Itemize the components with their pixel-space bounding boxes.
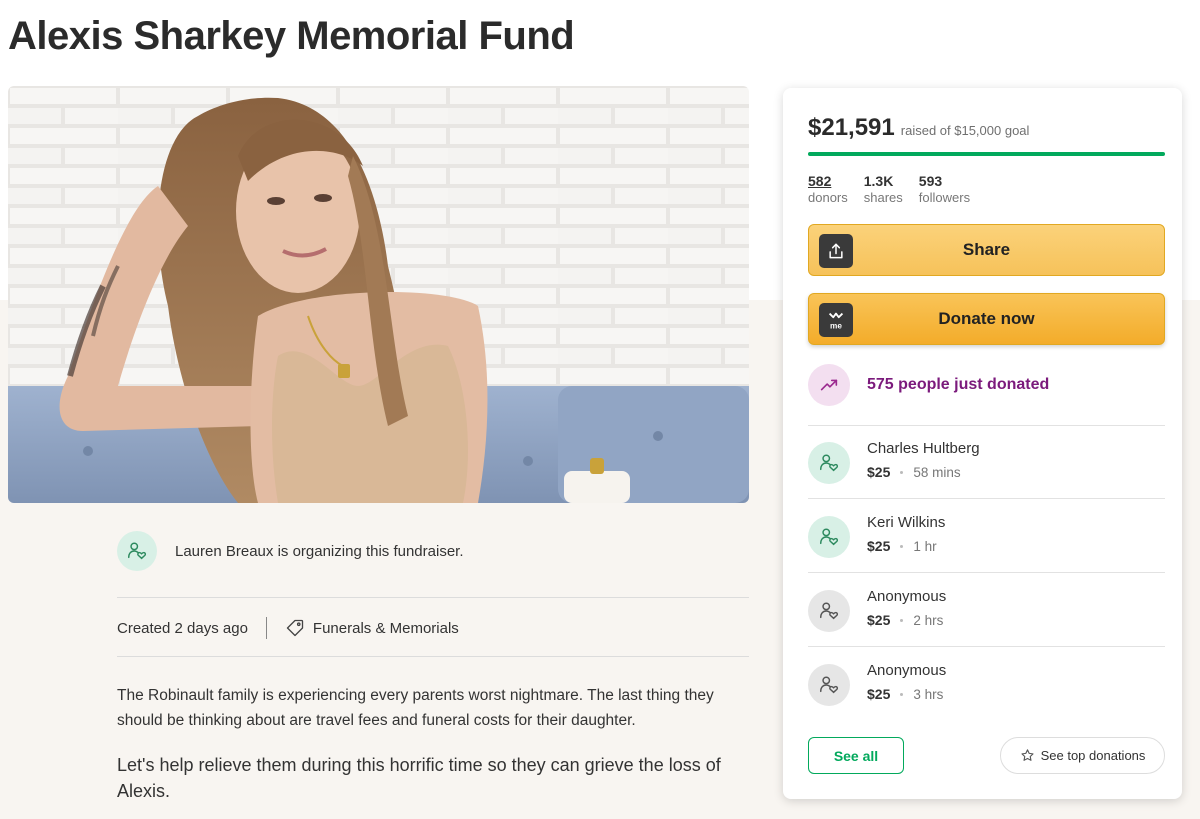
share-button-label: Share (962, 240, 1011, 259)
gofundme-logo-icon: me (819, 303, 853, 337)
user-heart-icon (808, 442, 850, 484)
share-button[interactable]: Share (808, 224, 1165, 276)
user-heart-icon (117, 531, 157, 571)
raised-goal: raised of $15,000 goal (900, 123, 1030, 138)
stat-label: shares (863, 190, 903, 205)
progress-bar-fill (808, 152, 1165, 156)
stat-shares: 1.3K shares (864, 173, 903, 205)
user-heart-icon (808, 664, 850, 706)
raised-amount: $21,591 (808, 114, 895, 141)
campaign-meta: Created 2 days ago Funerals & Memorials (117, 615, 459, 641)
tag-icon (285, 618, 305, 638)
gofundme-logo-text: me (830, 321, 842, 330)
created-date: Created 2 days ago (117, 619, 248, 637)
donation-details: $25 58 mins (867, 464, 961, 480)
donor-name: Charles Hultberg (867, 440, 980, 457)
donate-now-button[interactable]: me Donate now (808, 293, 1165, 345)
donate-button-label: Donate now (938, 309, 1035, 328)
donor-name: Keri Wilkins (867, 514, 946, 531)
donation-amount: $25 (867, 686, 891, 702)
stat-label: followers (918, 190, 971, 205)
see-top-donations-label: See top donations (1040, 748, 1146, 763)
recent-donations-banner: 575 people just donated (808, 364, 1049, 406)
donation-details: $25 2 hrs (867, 612, 943, 628)
donation-details: $25 1 hr (867, 538, 937, 554)
description-paragraph: The Robinault family is experiencing eve… (117, 687, 714, 729)
donation-item: Keri Wilkins $25 1 hr (808, 510, 1165, 560)
stat-followers: 593 followers (919, 173, 970, 205)
meta-separator (265, 617, 267, 639)
just-donated-text: 575 people just donated (867, 376, 1050, 393)
donation-item: Anonymous $25 2 hrs (808, 584, 1165, 634)
separator-dot (900, 692, 904, 696)
donation-time: 58 mins (913, 464, 961, 480)
campaign-photo (8, 86, 749, 503)
user-heart-icon (808, 516, 850, 558)
donor-name: Anonymous (867, 588, 947, 605)
raised-summary: $21,591 raised of $15,000 goal (808, 114, 1029, 142)
divider (117, 597, 749, 598)
divider (808, 646, 1165, 647)
separator-dot (900, 470, 904, 474)
donation-time: 3 hrs (913, 686, 944, 702)
progress-bar (808, 152, 1165, 156)
donation-item: Charles Hultberg $25 58 mins (808, 436, 1165, 486)
divider (117, 656, 749, 657)
divider (808, 425, 1165, 426)
donor-name: Anonymous (867, 662, 947, 679)
donation-time: 1 hr (913, 538, 937, 554)
page-title: Alexis Sharkey Memorial Fund (8, 14, 575, 58)
donation-amount: $25 (867, 464, 891, 480)
user-heart-icon (808, 590, 850, 632)
separator-dot (900, 618, 904, 622)
donation-time: 2 hrs (913, 612, 944, 628)
stat-number: 593 (918, 173, 943, 189)
organizer-text: Lauren Breaux is organizing this fundrai… (175, 542, 464, 560)
see-top-donations-button[interactable]: See top donations (1000, 737, 1165, 774)
description-paragraph: Let's help relieve them during this horr… (117, 755, 721, 801)
share-upload-icon (819, 234, 853, 268)
donation-amount: $25 (867, 538, 891, 554)
stat-number: 582 (808, 173, 832, 189)
divider (808, 498, 1165, 499)
stat-number: 1.3K (863, 173, 894, 189)
divider (808, 572, 1165, 573)
donation-card: $21,591 raised of $15,000 goal 582 donor… (783, 88, 1182, 799)
separator-dot (900, 544, 904, 548)
see-all-button[interactable]: See all (808, 737, 904, 774)
trending-up-icon (808, 364, 850, 406)
star-icon (1020, 748, 1035, 763)
organizer-row: Lauren Breaux is organizing this fundrai… (117, 530, 749, 572)
stats-row: 582 donors 1.3K shares 593 followers (808, 173, 986, 205)
stat-label: donors (808, 190, 848, 205)
stat-donors[interactable]: 582 donors (808, 173, 848, 205)
donation-details: $25 3 hrs (867, 686, 943, 702)
donation-item: Anonymous $25 3 hrs (808, 658, 1165, 708)
category-link[interactable]: Funerals & Memorials (313, 620, 459, 637)
donation-amount: $25 (867, 612, 891, 628)
